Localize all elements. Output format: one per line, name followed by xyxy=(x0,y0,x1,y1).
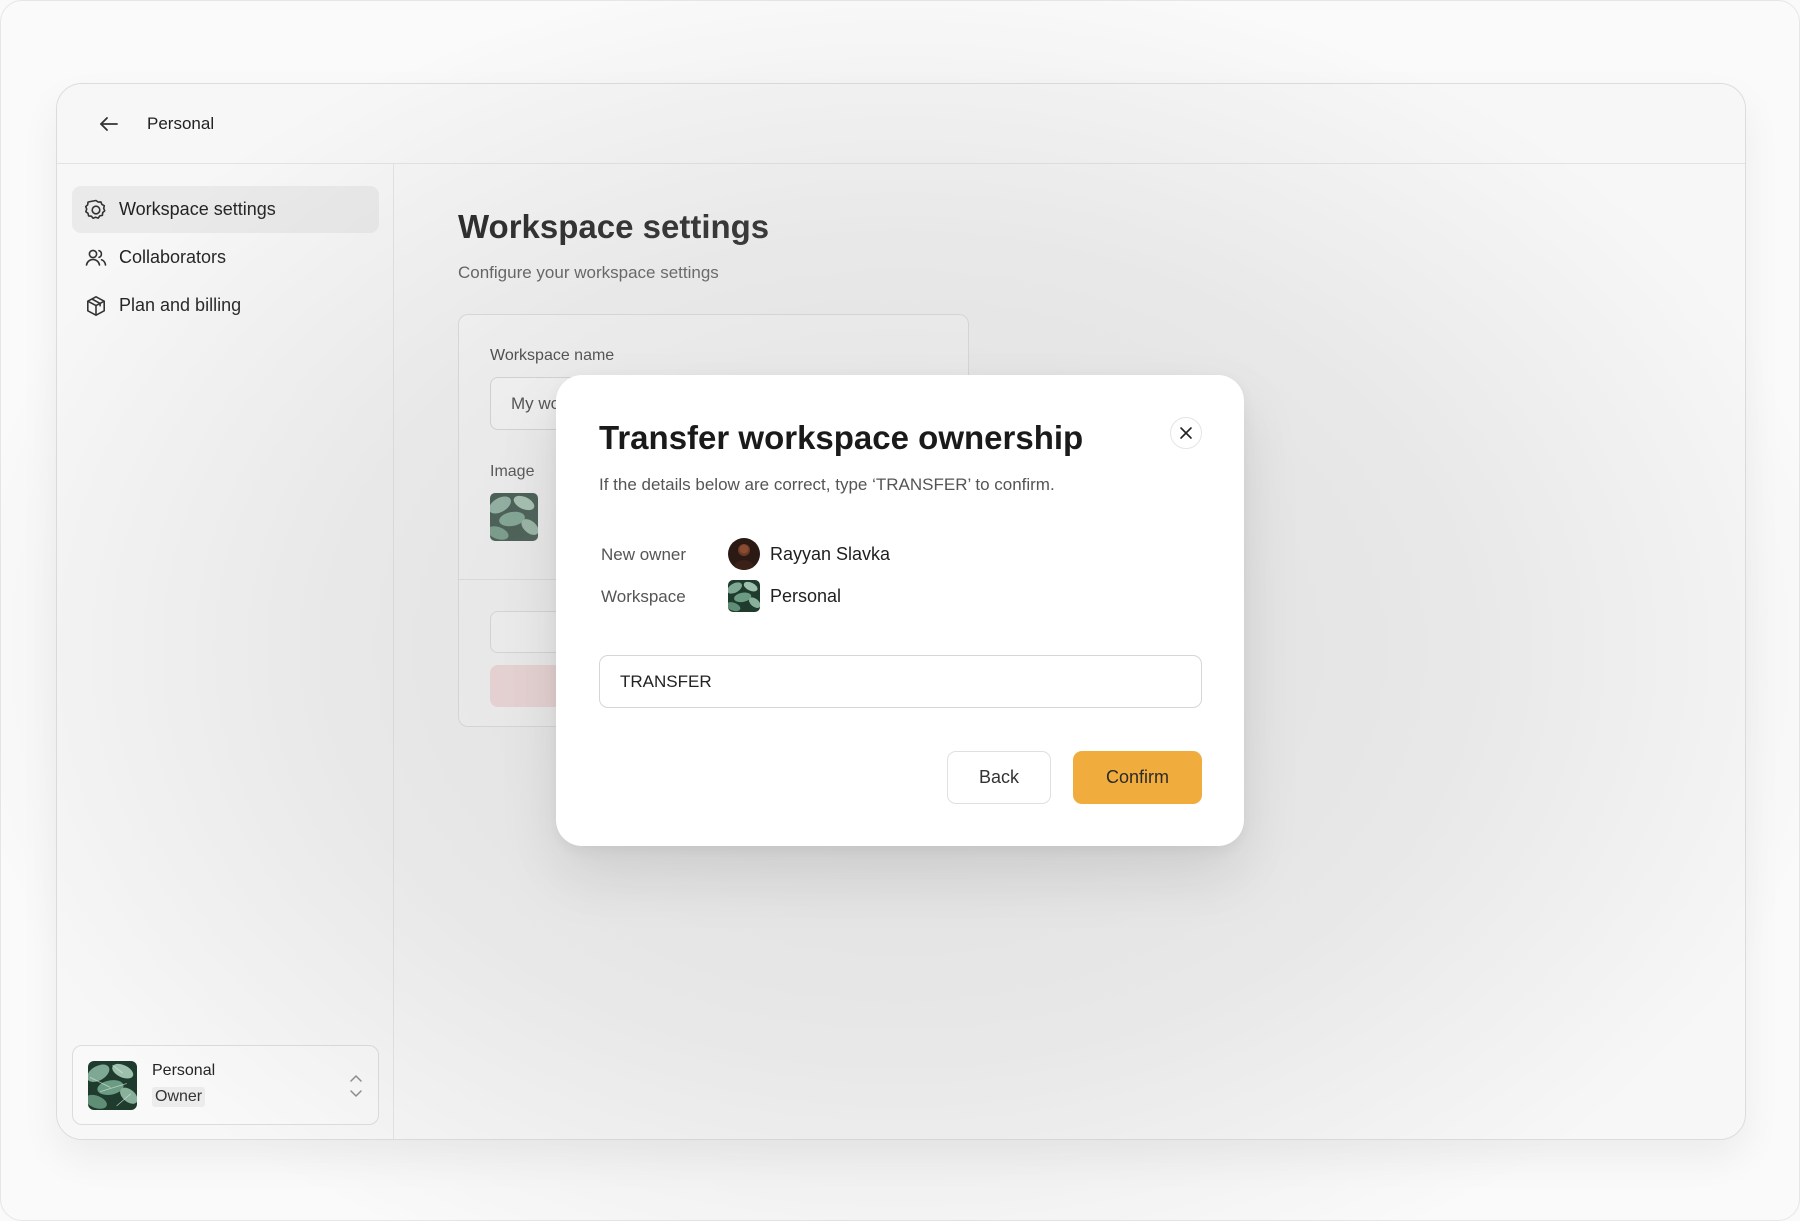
new-owner-label: New owner xyxy=(601,545,687,564)
role-badge: Owner xyxy=(152,1087,206,1107)
sidebar-item-label: Plan and billing xyxy=(119,295,242,315)
workspace-breadcrumb[interactable]: Personal xyxy=(147,114,214,134)
confirm-button[interactable]: Confirm xyxy=(1073,751,1202,804)
image-label: Image xyxy=(490,463,535,480)
workspace-name-label: Workspace name xyxy=(490,347,615,364)
chevron-up-down-icon xyxy=(348,1072,364,1105)
workspace-name: Personal xyxy=(152,1062,216,1079)
avatar xyxy=(728,538,760,570)
arrow-left-icon[interactable] xyxy=(97,112,121,136)
sidebar-item-plan-and-billing[interactable]: Plan and billing xyxy=(72,282,379,329)
back-button[interactable]: Back xyxy=(947,751,1051,804)
transfer-ownership-modal: Transfer workspace ownership If the deta… xyxy=(556,375,1244,846)
workspace-thumbnail xyxy=(88,1061,137,1110)
new-owner-name: Rayyan Slavka xyxy=(770,544,891,564)
workspace-thumbnail xyxy=(728,580,760,612)
workspace-image[interactable] xyxy=(490,493,538,541)
modal-description: If the details below are correct, type ‘… xyxy=(599,475,1055,494)
users-icon xyxy=(85,249,107,266)
sidebar-item-label: Collaborators xyxy=(119,247,227,267)
sidebar-item-label: Workspace settings xyxy=(119,199,276,219)
gear-icon xyxy=(84,199,106,219)
workspace-switcher[interactable]: Personal Owner xyxy=(72,1045,379,1125)
page-subtitle: Configure your workspace settings xyxy=(458,263,719,282)
close-button[interactable] xyxy=(1170,417,1202,449)
page-title: Workspace settings xyxy=(458,208,770,245)
package-icon xyxy=(87,295,105,316)
sidebar: Workspace settings Collaborators Plan an… xyxy=(57,164,394,1139)
workspace-name: Personal xyxy=(770,586,842,606)
top-bar: Personal xyxy=(57,84,1745,164)
confirm-transfer-input[interactable] xyxy=(599,655,1202,708)
sidebar-item-workspace-settings[interactable]: Workspace settings xyxy=(72,186,379,233)
workspace-label: Workspace xyxy=(601,587,686,606)
modal-title: Transfer workspace ownership xyxy=(599,419,1084,456)
sidebar-item-collaborators[interactable]: Collaborators xyxy=(72,234,379,281)
close-icon xyxy=(1180,427,1192,439)
